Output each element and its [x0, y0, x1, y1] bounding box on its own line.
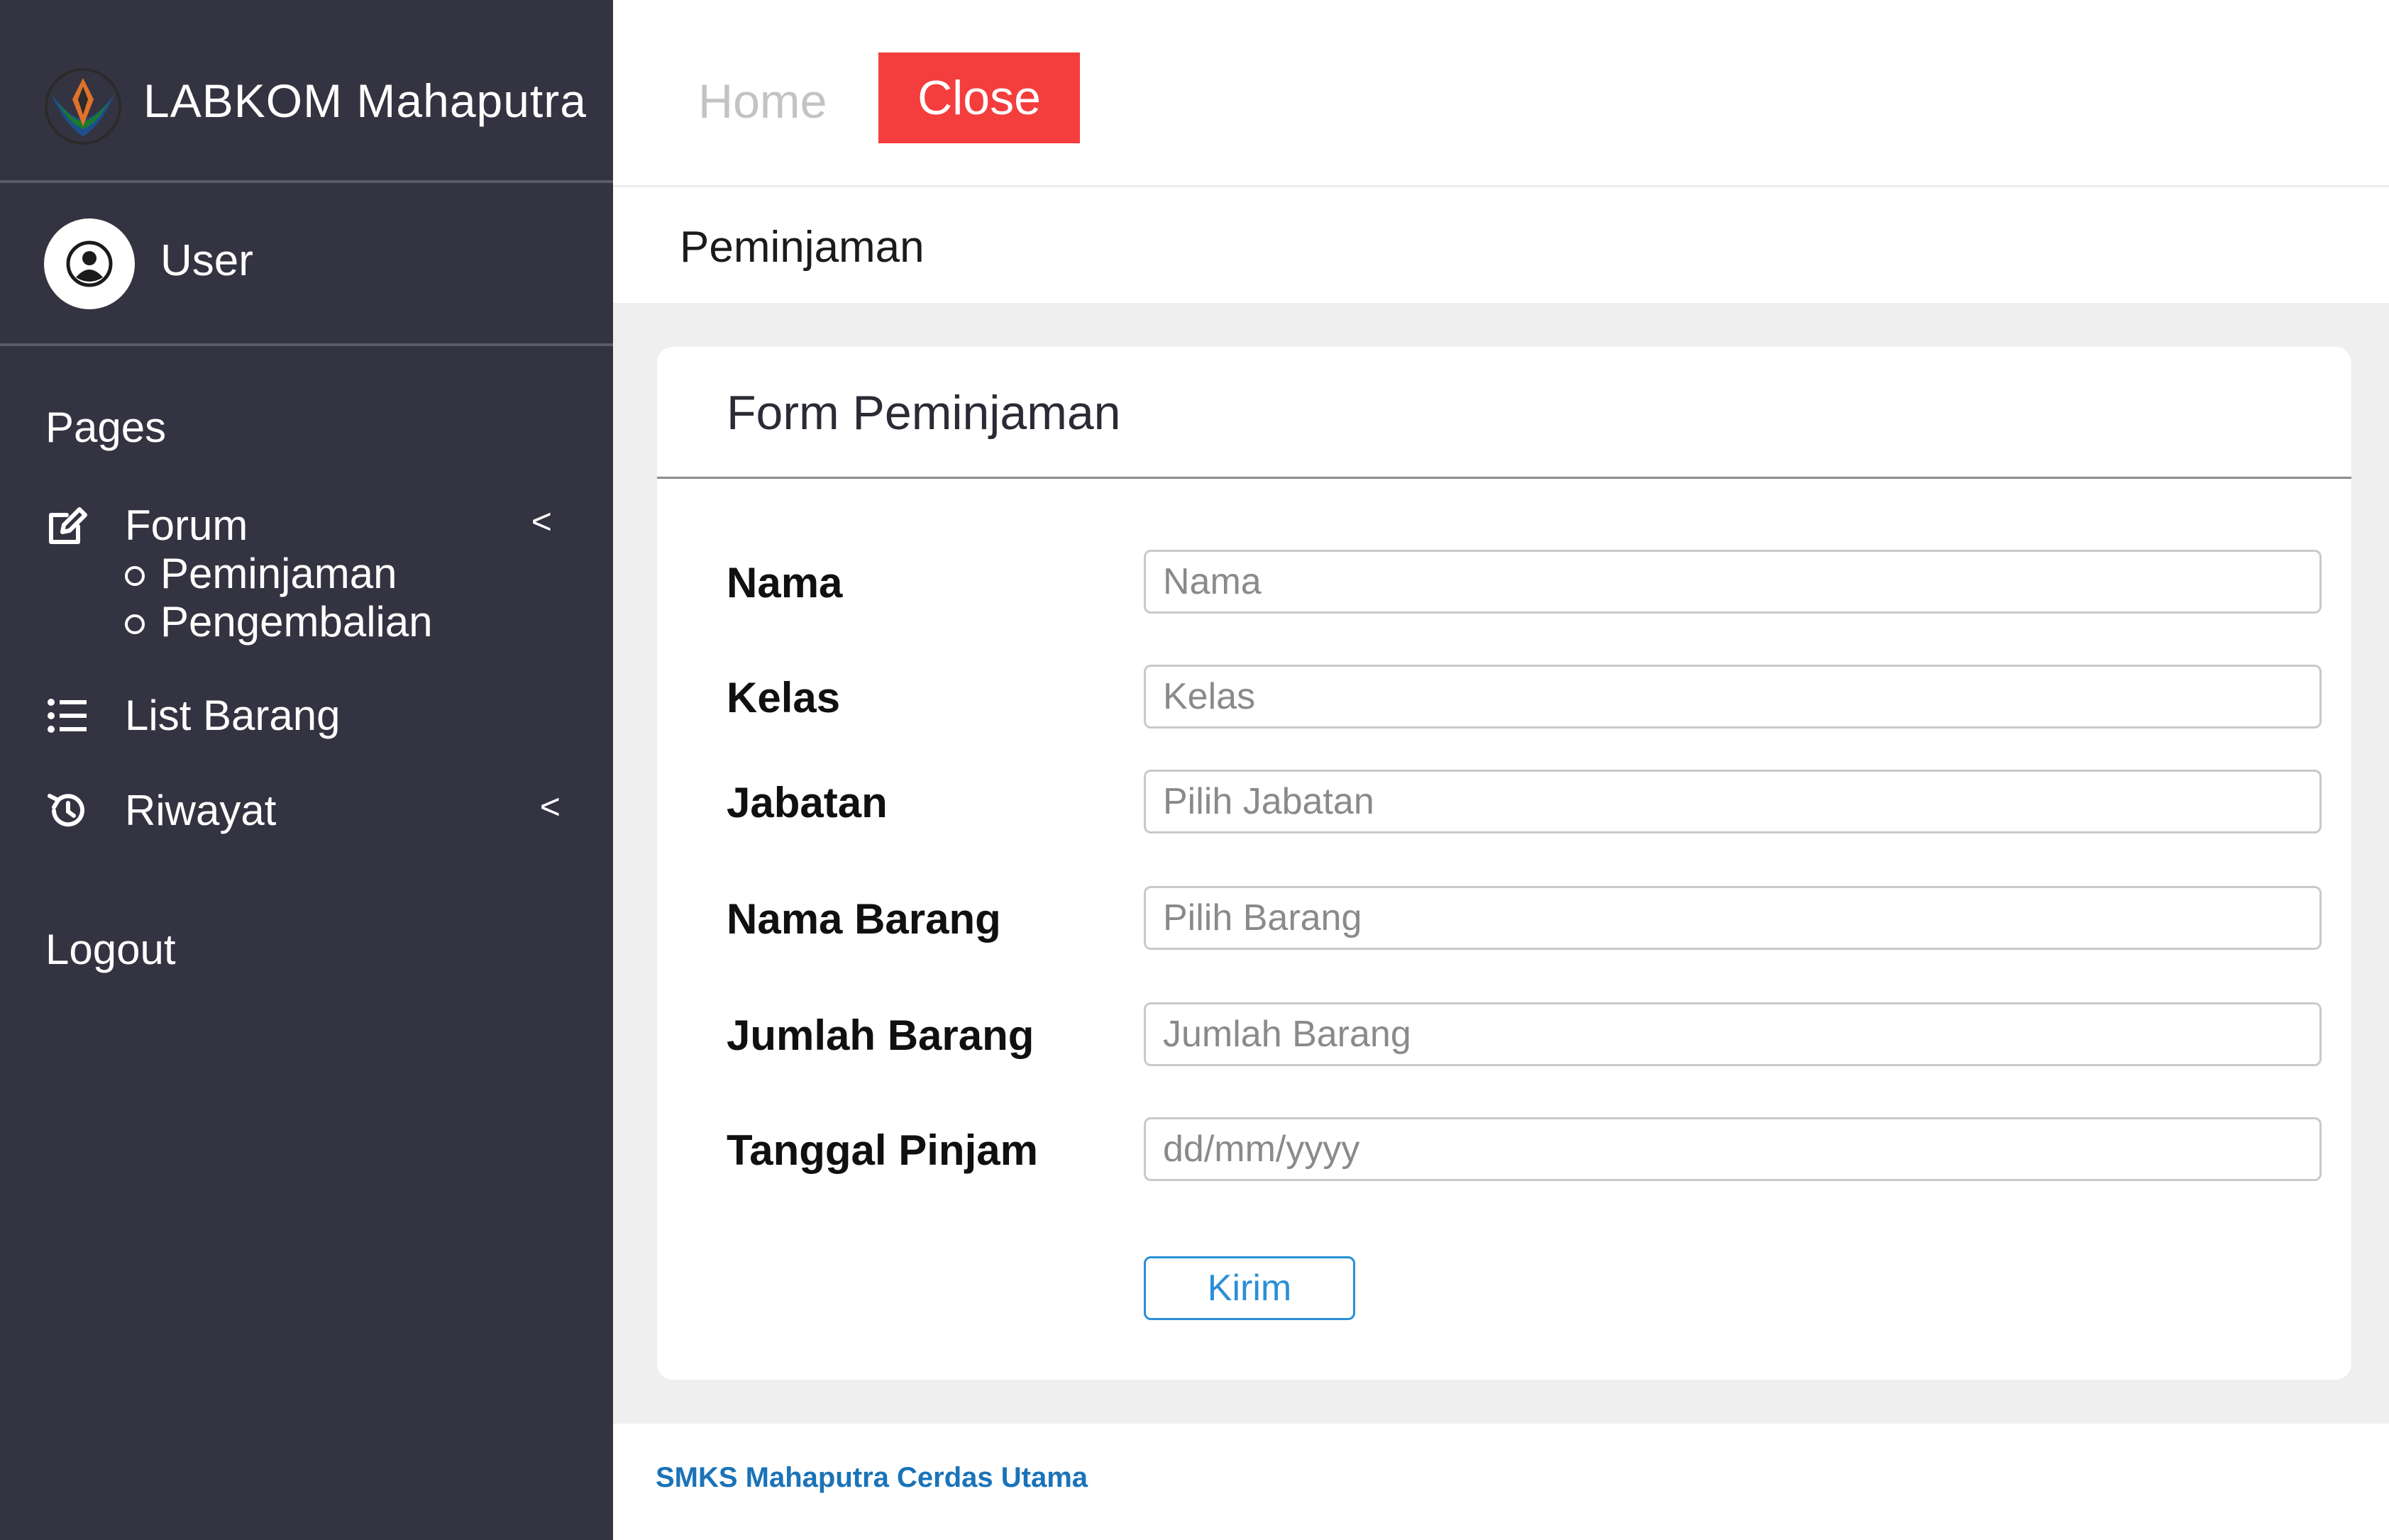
- chevron-left-icon[interactable]: <: [540, 786, 561, 827]
- pages-section-label: Pages: [45, 404, 167, 451]
- breadcrumb: Peminjaman: [613, 189, 2389, 303]
- close-button[interactable]: Close: [878, 52, 1080, 143]
- edit-icon: [45, 504, 89, 548]
- form-row-kelas: Kelas: [657, 665, 2351, 730]
- page-title: Peminjaman: [680, 223, 925, 272]
- jabatan-select[interactable]: [1144, 770, 2322, 833]
- form-title: Form Peminjaman: [727, 386, 1121, 440]
- jumlah-barang-input[interactable]: [1144, 1002, 2322, 1066]
- nama-label: Nama: [727, 559, 843, 606]
- circle-icon: [125, 614, 145, 634]
- kelas-label: Kelas: [727, 674, 841, 721]
- form-card-header: Form Peminjaman: [657, 347, 2351, 479]
- home-link[interactable]: Home: [698, 74, 827, 129]
- jumlah-barang-label: Jumlah Barang: [727, 1012, 1035, 1059]
- sidebar-item-forum-label: Forum: [125, 502, 248, 549]
- logout-link[interactable]: Logout: [45, 925, 176, 974]
- footer-text: SMKS Mahaputra Cerdas Utama: [656, 1462, 1088, 1493]
- main-content: Form Peminjaman Nama Kelas Jabatan Nama …: [613, 303, 2389, 1424]
- nama-input[interactable]: [1144, 550, 2322, 614]
- tanggal-pinjam-input[interactable]: [1144, 1117, 2322, 1181]
- kelas-input[interactable]: [1144, 665, 2322, 729]
- nama-barang-select[interactable]: [1144, 886, 2322, 950]
- sidebar-subitem-label: Pengembalian: [160, 598, 433, 646]
- sidebar-item-list-barang[interactable]: List Barang: [45, 691, 570, 748]
- brand: LABKOM Mahaputra: [0, 0, 613, 183]
- history-icon: [45, 789, 89, 833]
- sidebar-subitem-peminjaman[interactable]: Peminjaman: [125, 549, 397, 598]
- sidebar-item-riwayat[interactable]: Riwayat <: [45, 786, 570, 843]
- circle-icon: [125, 565, 145, 586]
- form-row-jumlah-barang: Jumlah Barang: [657, 1002, 2351, 1068]
- user-avatar-icon[interactable]: [44, 218, 135, 309]
- sidebar-item-list-barang-label: List Barang: [125, 692, 341, 739]
- user-panel: User: [0, 186, 613, 346]
- form-card: Form Peminjaman Nama Kelas Jabatan Nama …: [657, 347, 2351, 1380]
- school-logo-icon: [37, 58, 129, 150]
- tanggal-pinjam-label: Tanggal Pinjam: [727, 1126, 1038, 1174]
- sidebar-item-riwayat-label: Riwayat: [125, 787, 277, 834]
- topbar: Home Close: [613, 0, 2389, 187]
- jabatan-label: Jabatan: [727, 779, 888, 826]
- form-row-jabatan: Jabatan: [657, 770, 2351, 835]
- kirim-button[interactable]: Kirim: [1144, 1256, 1355, 1320]
- chevron-left-icon[interactable]: <: [531, 501, 552, 542]
- sidebar-subitem-label: Peminjaman: [160, 550, 397, 597]
- list-icon: [45, 694, 89, 738]
- form-row-nama-barang: Nama Barang: [657, 886, 2351, 951]
- form-row-tanggal-pinjam: Tanggal Pinjam: [657, 1117, 2351, 1182]
- user-name: User: [160, 236, 253, 285]
- brand-title[interactable]: LABKOM Mahaputra: [143, 74, 587, 128]
- form-row-nama: Nama: [657, 550, 2351, 615]
- footer: SMKS Mahaputra Cerdas Utama: [613, 1424, 2389, 1540]
- sidebar: LABKOM Mahaputra User Pages Forum < Pemi…: [0, 0, 613, 1540]
- nama-barang-label: Nama Barang: [727, 895, 1001, 943]
- sidebar-subitem-pengembalian[interactable]: Pengembalian: [125, 597, 433, 646]
